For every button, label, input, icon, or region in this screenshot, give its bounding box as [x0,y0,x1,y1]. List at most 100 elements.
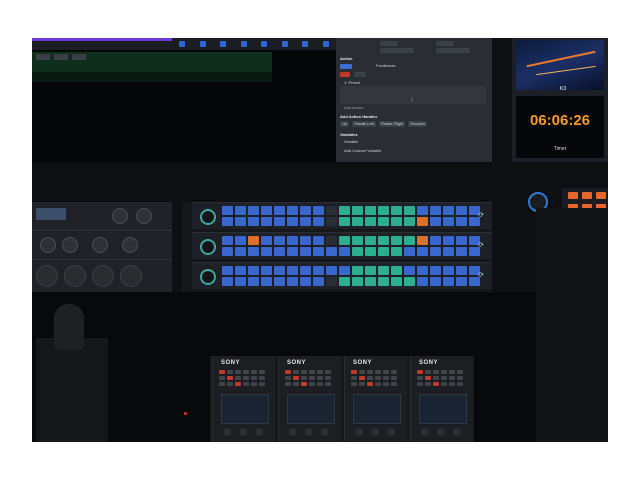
rcp-knob[interactable] [321,428,329,436]
orange-button[interactable] [568,192,578,199]
rcp-key[interactable] [251,376,257,380]
pad-button[interactable] [339,217,350,226]
pad-button[interactable] [456,266,467,275]
pad-button[interactable] [222,277,233,286]
rotary-knob[interactable] [136,208,152,224]
rcp-key[interactable] [375,370,381,374]
rcp-key[interactable] [351,376,357,380]
rcp-key[interactable] [359,370,365,374]
rcp-key[interactable] [425,382,431,386]
rcp-key[interactable] [433,370,439,374]
rcp-key[interactable] [285,382,291,386]
pad-button[interactable] [313,266,324,275]
pad-button[interactable] [404,247,415,256]
pad-button[interactable] [430,217,441,226]
rcp-key[interactable] [317,382,323,386]
pad-button[interactable] [365,277,376,286]
rcp-key[interactable] [227,370,233,374]
pad-button[interactable] [326,277,337,286]
pad-button[interactable] [300,206,311,215]
pad-button[interactable] [235,277,246,286]
pad-button[interactable] [222,247,233,256]
pad-button[interactable] [352,236,363,245]
rcp-key[interactable] [243,382,249,386]
pad-button[interactable] [339,206,350,215]
pad-button[interactable] [456,247,467,256]
pad-button[interactable] [274,236,285,245]
rcp-key[interactable] [309,376,315,380]
pad-button[interactable] [261,247,272,256]
pad-button[interactable] [248,247,259,256]
pad-button[interactable] [378,217,389,226]
rcp-key[interactable] [227,382,233,386]
rcp-key[interactable] [375,376,381,380]
pad-button[interactable] [222,217,233,226]
rcp-key[interactable] [425,376,431,380]
rcp-key[interactable] [367,370,373,374]
pad-button[interactable] [274,277,285,286]
rcp-key[interactable] [383,370,389,374]
rcp-knob[interactable] [305,428,313,436]
pad-button[interactable] [287,247,298,256]
pad-button[interactable] [248,206,259,215]
pad-button[interactable] [339,277,350,286]
pad-button[interactable] [443,217,454,226]
pad-button[interactable] [248,217,259,226]
encoder-knob[interactable] [200,209,216,225]
pad-button[interactable] [235,217,246,226]
rcp-key[interactable] [309,382,315,386]
rcp-key[interactable] [325,370,331,374]
action-toggle[interactable] [340,64,352,69]
rcp-key[interactable] [219,376,225,380]
pad-button[interactable] [261,236,272,245]
rcp-knob[interactable] [437,428,445,436]
handler-encoder-button[interactable]: Encoder [408,121,428,127]
pad-button[interactable] [261,206,272,215]
rcp-key[interactable] [293,382,299,386]
pad-button[interactable] [456,277,467,286]
pad-button[interactable] [222,236,233,245]
rcp-key[interactable] [285,370,291,374]
rcp-key[interactable] [293,370,299,374]
rcp-key[interactable] [235,382,241,386]
pad-button[interactable] [443,206,454,215]
pad-button[interactable] [261,277,272,286]
pad-button[interactable] [456,217,467,226]
rcp-key[interactable] [351,382,357,386]
pad-button[interactable] [391,266,402,275]
pad-button[interactable] [417,217,428,226]
pad-button[interactable] [235,206,246,215]
pad-button[interactable] [352,266,363,275]
pad-button[interactable] [456,236,467,245]
pad-button[interactable] [352,217,363,226]
rcp-key[interactable] [417,376,423,380]
rcp-knob[interactable] [371,428,379,436]
rcp-key[interactable] [433,382,439,386]
pad-button[interactable] [313,277,324,286]
pad-button[interactable] [313,217,324,226]
rcp-key[interactable] [243,376,249,380]
rcp-key[interactable] [441,376,447,380]
pad-button[interactable] [456,206,467,215]
pad-button[interactable] [417,236,428,245]
rcp-key[interactable] [301,370,307,374]
rcp-key[interactable] [457,376,463,380]
pad-button[interactable] [443,277,454,286]
rcp-key[interactable] [301,382,307,386]
variable-row[interactable]: Variable [344,139,358,145]
pad-button[interactable] [404,217,415,226]
pad-button[interactable] [378,247,389,256]
encoder-knob[interactable] [200,269,216,285]
pad-button[interactable] [261,217,272,226]
pad-button[interactable] [391,236,402,245]
select-field[interactable] [354,72,366,77]
pad-button[interactable] [222,266,233,275]
pad-button[interactable] [235,247,246,256]
pad-button[interactable] [404,206,415,215]
pad-button[interactable] [430,277,441,286]
rcp-key[interactable] [359,376,365,380]
pad-button[interactable] [430,206,441,215]
rcp-key[interactable] [433,376,439,380]
add-action-input[interactable]: Add Action... [344,105,366,111]
handler-up-button[interactable]: Up [340,121,350,127]
